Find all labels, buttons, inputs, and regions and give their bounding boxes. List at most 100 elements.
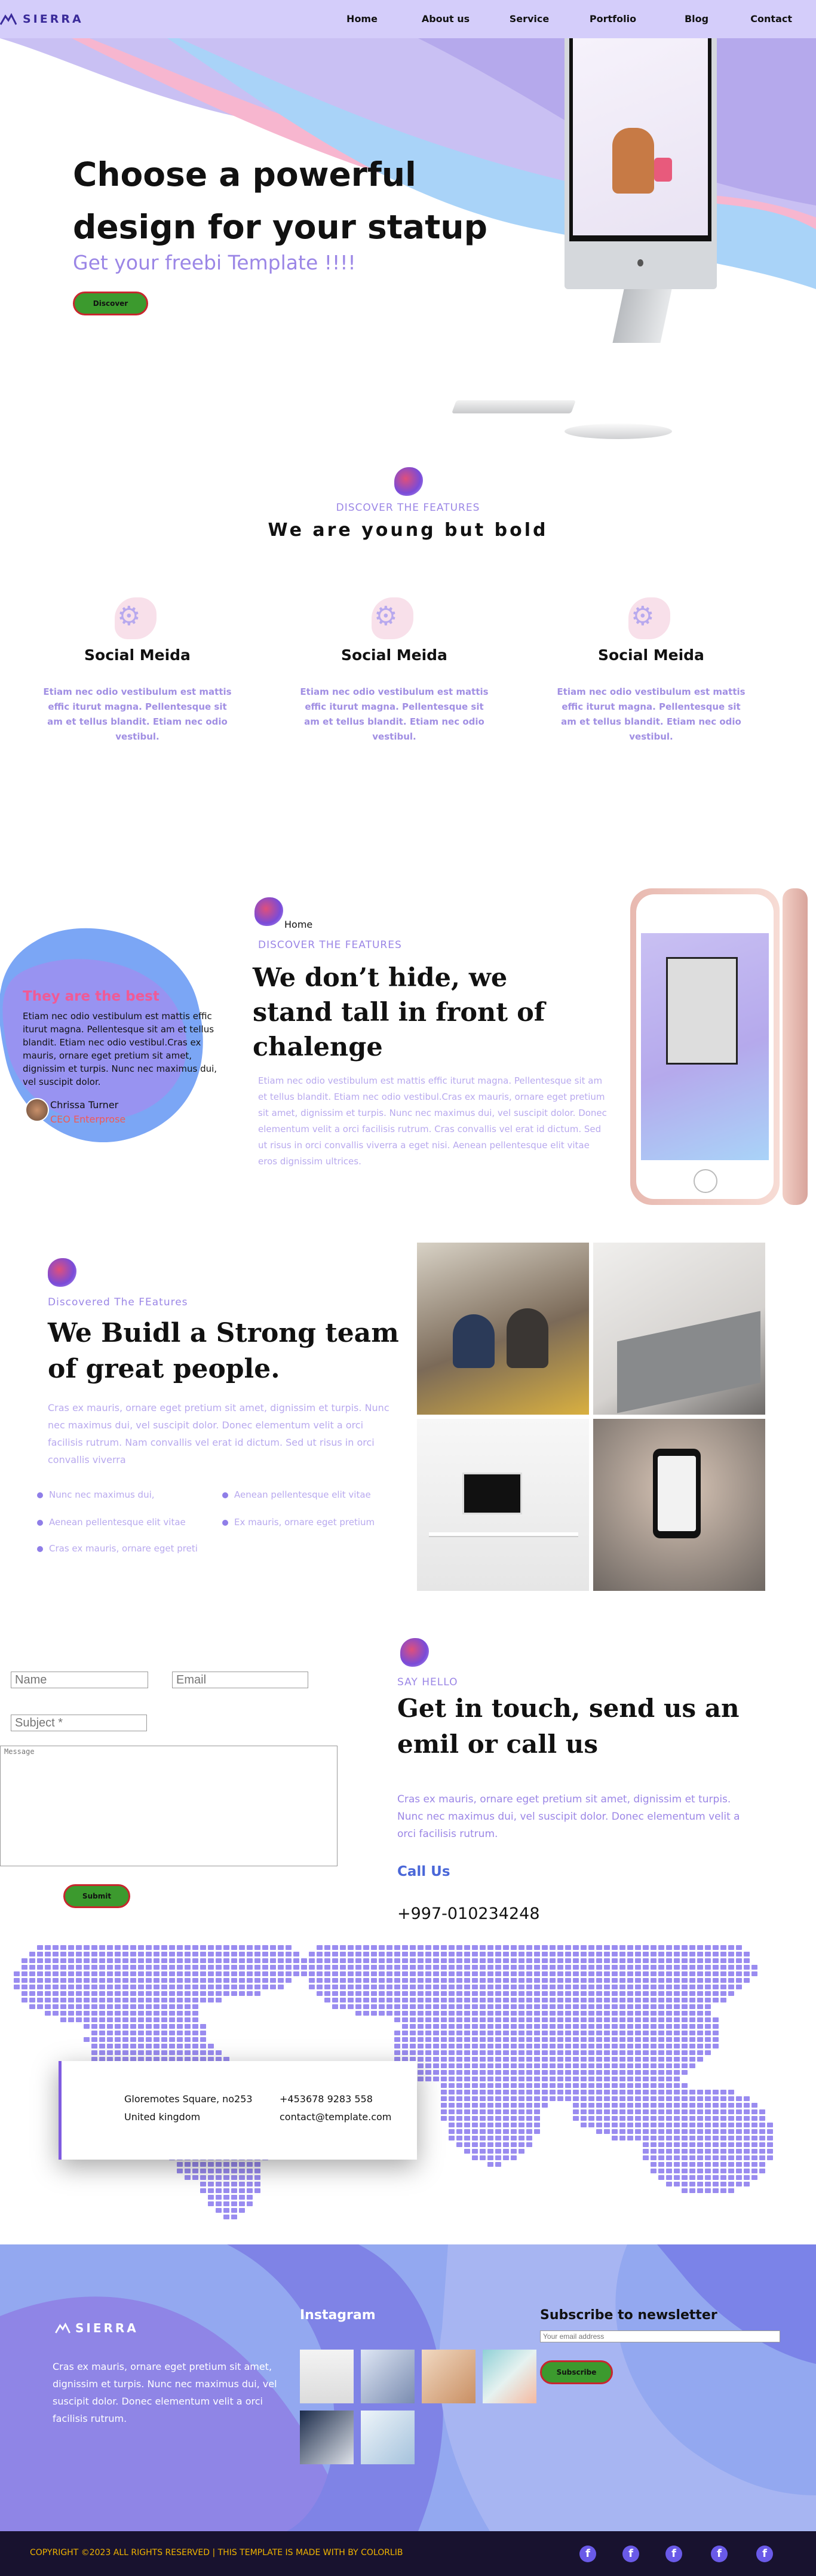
facebook-icon[interactable]: f (711, 2546, 728, 2562)
email-field[interactable] (172, 1672, 308, 1688)
phone-number[interactable]: +997-010234248 (397, 1905, 540, 1923)
facebook-icon[interactable]: f (756, 2546, 773, 2562)
map-dot (363, 1952, 369, 1956)
breadcrumb[interactable]: Home (284, 919, 312, 930)
map-dot (674, 1971, 680, 1976)
map-dot (503, 2031, 509, 2035)
map-dot (565, 2017, 571, 2022)
map-dot (464, 2050, 470, 2055)
card-email[interactable]: contact@template.com (280, 2111, 391, 2123)
nav-home[interactable]: Home (320, 13, 404, 24)
map-dot (526, 2063, 532, 2068)
bottom-bar: COPYRIGHT ©2023 ALL RIGHTS RESERVED | TH… (0, 2531, 816, 2576)
map-dot (651, 1991, 657, 1996)
map-dot (185, 2004, 191, 2009)
message-field[interactable] (0, 1746, 338, 1866)
map-dot (332, 1998, 338, 2002)
map-dot (697, 1978, 703, 1983)
map-dot (635, 1971, 641, 1976)
facebook-icon[interactable]: f (665, 2546, 682, 2562)
map-dot (666, 2169, 672, 2173)
map-dot (487, 2136, 493, 2140)
map-dot (115, 2004, 121, 2009)
nav-blog[interactable]: Blog (655, 13, 738, 24)
discover-button[interactable]: Discover (73, 292, 148, 315)
nav-portfolio[interactable]: Portfolio (571, 13, 655, 24)
map-dot (612, 2096, 618, 2101)
map-dot (177, 2031, 183, 2035)
facebook-icon[interactable]: f (579, 2546, 596, 2562)
submit-button[interactable]: Submit (63, 1884, 130, 1908)
map-dot (744, 2096, 750, 2101)
map-dot (573, 1985, 579, 1989)
instagram-photo[interactable] (483, 2350, 536, 2403)
map-dot (581, 1965, 587, 1970)
footer-logo[interactable]: SIERRA (55, 2321, 139, 2335)
map-dot (503, 2096, 509, 2101)
brand-logo[interactable]: SIERRA (0, 11, 84, 27)
map-dot (674, 2083, 680, 2088)
map-dot (208, 2044, 214, 2048)
map-dot (154, 2024, 159, 2029)
map-dot (247, 2162, 253, 2167)
map-dot (767, 2123, 773, 2127)
map-dot (519, 1985, 524, 1989)
newsletter-email-input[interactable] (540, 2330, 780, 2342)
map-dot (596, 1958, 602, 1963)
map-dot (363, 1945, 369, 1950)
map-dot (658, 2063, 664, 2068)
nav-about[interactable]: About us (404, 13, 487, 24)
card-phone[interactable]: +453678 9283 558 (280, 2093, 373, 2105)
nav-service[interactable]: Service (487, 13, 571, 24)
map-dot (658, 2077, 664, 2081)
subject-field[interactable] (11, 1715, 147, 1731)
map-dot (278, 1958, 284, 1963)
instagram-photo[interactable] (300, 2350, 354, 2403)
map-dot (751, 2175, 757, 2180)
map-dot (689, 2129, 695, 2134)
map-dot (449, 2011, 455, 2016)
map-dot (666, 2077, 672, 2081)
map-dot (223, 1952, 229, 1956)
map-dot (751, 2169, 757, 2173)
map-dot (480, 2129, 486, 2134)
map-dot (596, 2017, 602, 2022)
subscribe-button[interactable]: Subscribe (540, 2360, 613, 2384)
instagram-photo[interactable] (422, 2350, 476, 2403)
map-dot (332, 1952, 338, 1956)
map-dot (697, 2004, 703, 2009)
instagram-photo[interactable] (300, 2411, 354, 2464)
map-dot (254, 2188, 260, 2193)
map-dot (355, 1945, 361, 1950)
instagram-photo[interactable] (361, 2350, 415, 2403)
map-dot (348, 1952, 354, 1956)
facebook-icon[interactable]: f (622, 2546, 639, 2562)
map-dot (254, 2182, 260, 2186)
map-dot (99, 1991, 105, 1996)
map-dot (751, 2162, 757, 2167)
map-dot (511, 2057, 517, 2062)
map-dot (511, 2149, 517, 2154)
map-dot (573, 2083, 579, 2088)
map-dot (425, 1971, 431, 1976)
map-dot (441, 1958, 447, 1963)
name-field[interactable] (11, 1672, 148, 1688)
map-dot (588, 1985, 594, 1989)
map-dot (480, 1978, 486, 1983)
map-dot (658, 2011, 664, 2016)
map-dot (487, 1998, 493, 2002)
map-dot (720, 2142, 726, 2147)
map-dot (588, 1971, 594, 1976)
nav-contact[interactable]: Contact (738, 13, 792, 24)
map-dot (511, 1991, 517, 1996)
map-dot (557, 1978, 563, 1983)
instagram-photo[interactable] (361, 2411, 415, 2464)
map-dot (705, 2123, 711, 2127)
map-dot (53, 1945, 59, 1950)
map-dot (588, 2116, 594, 2121)
map-dot (612, 1945, 618, 1950)
map-dot (402, 1958, 408, 1963)
map-dot (689, 2188, 695, 2193)
map-dot (651, 2109, 657, 2114)
map-dot (425, 2004, 431, 2009)
